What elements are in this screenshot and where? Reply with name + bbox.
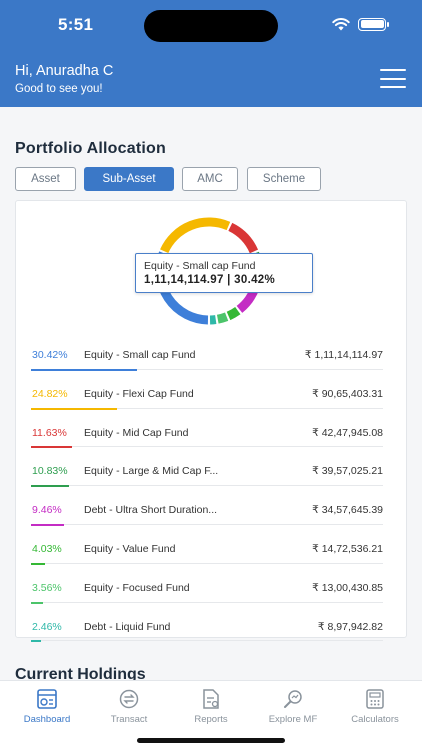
allocation-percent: 2.46%	[32, 620, 62, 633]
tooltip-value: 1,11,14,114.97 | 30.42%	[144, 274, 275, 286]
allocation-name: Equity - Value Fund	[84, 542, 176, 555]
nav-label-dashboard: Dashboard	[23, 714, 71, 725]
app-header: 5:51 Hi, Anuradha C Good to see you!	[0, 0, 422, 107]
hamburger-menu-icon[interactable]	[380, 69, 406, 89]
allocation-row[interactable]: 4.03% Equity - Value Fund ₹ 14,72,536.21	[31, 530, 383, 569]
nav-transact[interactable]: Transact	[87, 688, 171, 725]
allocation-name: Equity - Flexi Cap Fund	[84, 387, 194, 400]
allocation-share-bar	[31, 562, 46, 565]
donut-segment[interactable]	[226, 306, 241, 321]
explore-icon	[284, 690, 302, 708]
tab-scheme[interactable]: Scheme	[247, 167, 321, 191]
allocation-row[interactable]: 3.56% Equity - Focused Fund ₹ 13,00,430.85	[31, 569, 383, 608]
allocation-divider	[31, 446, 383, 448]
allocation-share-bar	[31, 407, 118, 410]
allocation-name: Debt - Liquid Fund	[84, 620, 171, 633]
nav-label-calculators: Calculators	[351, 714, 399, 725]
nav-explore-mf[interactable]: Explore MF	[251, 688, 335, 725]
tooltip-label: Equity - Small cap Fund	[144, 260, 256, 272]
allocation-share-bar	[31, 523, 64, 526]
allocation-percent: 4.03%	[32, 542, 62, 555]
nav-calculators[interactable]: Calculators	[333, 688, 417, 725]
allocation-row[interactable]: 2.46% Debt - Liquid Fund ₹ 8,97,942.82	[31, 608, 383, 647]
allocation-list: 30.42% Equity - Small cap Fund ₹ 1,11,14,1…	[31, 336, 383, 646]
allocation-amount: ₹ 1,11,14,114.97	[304, 349, 383, 361]
dashboard-icon	[37, 689, 57, 709]
allocation-percent: 24.82%	[32, 387, 68, 400]
tab-sub-asset[interactable]: Sub-Asset	[84, 167, 174, 191]
allocation-share-bar	[31, 368, 137, 371]
tab-asset[interactable]: Asset	[15, 167, 76, 191]
status-time: 5:51	[58, 15, 94, 34]
allocation-name: Debt - Ultra Short Duration...	[84, 504, 218, 517]
wifi-icon	[332, 18, 350, 31]
allocation-divider	[31, 562, 383, 564]
calculator-icon	[366, 689, 384, 709]
home-indicator	[137, 738, 285, 743]
allocation-share-bar	[31, 446, 72, 449]
allocation-share-bar	[31, 601, 44, 604]
greeting-name: Hi, Anuradha C	[15, 63, 114, 79]
allocation-amount: ₹ 14,72,536.21	[312, 542, 383, 555]
battery-icon	[358, 17, 389, 31]
allocation-row[interactable]: 30.42% Equity - Small cap Fund ₹ 1,11,14,1…	[31, 336, 383, 375]
allocation-name: Equity - Large & Mid Cap F...	[84, 465, 219, 478]
allocation-name: Equity - Small cap Fund	[84, 349, 196, 361]
allocation-percent: 9.46%	[32, 504, 62, 517]
allocation-share-bar	[31, 640, 41, 643]
allocation-amount: ₹ 42,47,945.08	[312, 426, 383, 439]
donut-segment[interactable]	[228, 222, 259, 254]
allocation-percent: 3.56%	[32, 581, 62, 594]
allocation-row[interactable]: 10.83% Equity - Large & Mid Cap F... ₹ 39,…	[31, 452, 383, 491]
tab-amc[interactable]: AMC	[182, 167, 238, 191]
allocation-row[interactable]: 24.82% Equity - Flexi Cap Fund ₹ 90,65,403…	[31, 375, 383, 414]
allocation-amount: ₹ 39,57,025.21	[312, 465, 383, 478]
allocation-amount: ₹ 34,57,645.39	[312, 504, 383, 517]
donut-segment[interactable]	[160, 217, 231, 254]
allocation-row[interactable]: 9.46% Debt - Ultra Short Duration... ₹ 34,…	[31, 491, 383, 530]
allocation-percent: 11.63%	[32, 426, 67, 439]
nav-reports[interactable]: Reports	[169, 688, 253, 725]
nav-label-reports: Reports	[194, 714, 228, 725]
allocation-name: Equity - Focused Fund	[84, 581, 190, 594]
status-icons	[332, 17, 389, 31]
dynamic-island	[144, 10, 278, 42]
greeting-subtitle: Good to see you!	[15, 83, 103, 95]
allocation-divider	[31, 485, 383, 487]
allocation-divider	[31, 523, 383, 525]
allocation-name: Equity - Mid Cap Fund	[84, 426, 189, 439]
allocation-amount: ₹ 8,97,942.82	[317, 620, 383, 633]
nav-label-explore-mf: Explore MF	[268, 714, 318, 725]
allocation-share-bar	[31, 485, 69, 488]
allocation-divider	[31, 640, 383, 642]
portfolio-allocation-title: Portfolio Allocation	[15, 140, 166, 157]
allocation-divider	[31, 601, 383, 603]
allocation-row[interactable]: 11.63% Equity - Mid Cap Fund ₹ 42,47,945.0…	[31, 414, 383, 453]
reports-icon	[203, 689, 219, 709]
transact-icon	[119, 689, 139, 709]
allocation-percent: 30.42%	[32, 349, 68, 361]
nav-dashboard[interactable]: Dashboard	[5, 688, 89, 725]
donut-segment[interactable]	[216, 312, 229, 324]
allocation-amount: ₹ 90,65,403.31	[312, 387, 383, 400]
allocation-percent: 10.83%	[32, 465, 68, 478]
allocation-amount: ₹ 13,00,430.85	[312, 581, 383, 594]
nav-label-transact: Transact	[110, 714, 148, 725]
chart-tooltip: Equity - Small cap Fund 1,11,14,114.97 |…	[135, 253, 313, 293]
allocation-card: Equity - Small cap Fund 1,11,14,114.97 |…	[15, 200, 407, 643]
